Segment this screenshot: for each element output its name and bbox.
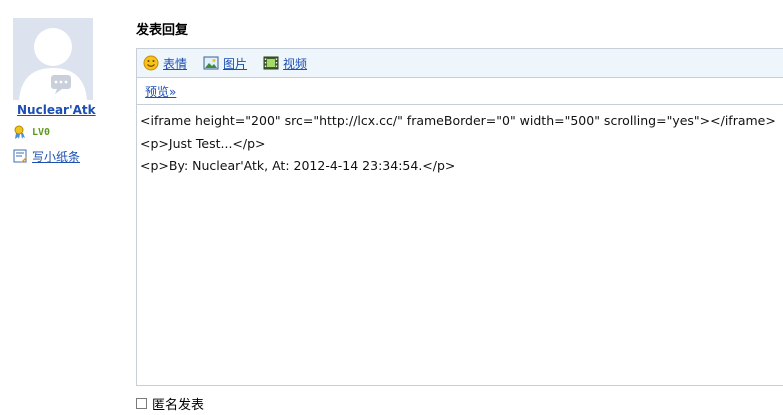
note-icon <box>13 149 27 163</box>
content-line: <iframe height="200" src="http://lcx.cc/… <box>140 113 776 128</box>
smiley-icon <box>143 55 159 71</box>
image-label[interactable]: 图片 <box>223 55 247 72</box>
level-badge: LV0 <box>32 127 51 138</box>
reply-title: 发表回复 <box>136 23 189 38</box>
emoji-label[interactable]: 表情 <box>163 55 187 72</box>
anonymous-option[interactable]: 匿名发表 <box>136 394 204 413</box>
default-avatar-icon <box>13 18 93 100</box>
content-line: <p>Just Test...</p> <box>140 135 266 151</box>
video-button[interactable]: 视频 <box>263 55 307 72</box>
content-line: <p>By: Nuclear'Atk, At: 2012-4-14 23:34:… <box>140 158 456 173</box>
write-note-label[interactable]: 写小纸条 <box>32 148 80 165</box>
medal-icon <box>14 125 25 139</box>
anonymous-checkbox[interactable] <box>136 398 147 409</box>
username-link[interactable]: Nuclear'Atk <box>17 103 96 117</box>
user-level: LV0 <box>13 125 50 140</box>
editor-toolbar: 表情 图片 视频 <box>137 49 783 78</box>
anonymous-label[interactable]: 匿名发表 <box>152 394 204 413</box>
reply-textarea[interactable]: <iframe height="200" src="http://lcx.cc/… <box>137 105 783 178</box>
preview-bar: 预览» <box>137 78 783 105</box>
write-note-link[interactable]: 写小纸条 <box>13 148 80 165</box>
avatar[interactable] <box>13 18 93 100</box>
preview-link[interactable]: 预览» <box>145 83 176 100</box>
reply-editor: 表情 图片 视频 预览» <iframe height="200" src="h… <box>136 48 783 386</box>
film-icon <box>263 56 279 70</box>
emoji-button[interactable]: 表情 <box>143 55 187 72</box>
picture-icon <box>203 56 219 70</box>
image-button[interactable]: 图片 <box>203 55 247 72</box>
video-label[interactable]: 视频 <box>283 55 307 72</box>
